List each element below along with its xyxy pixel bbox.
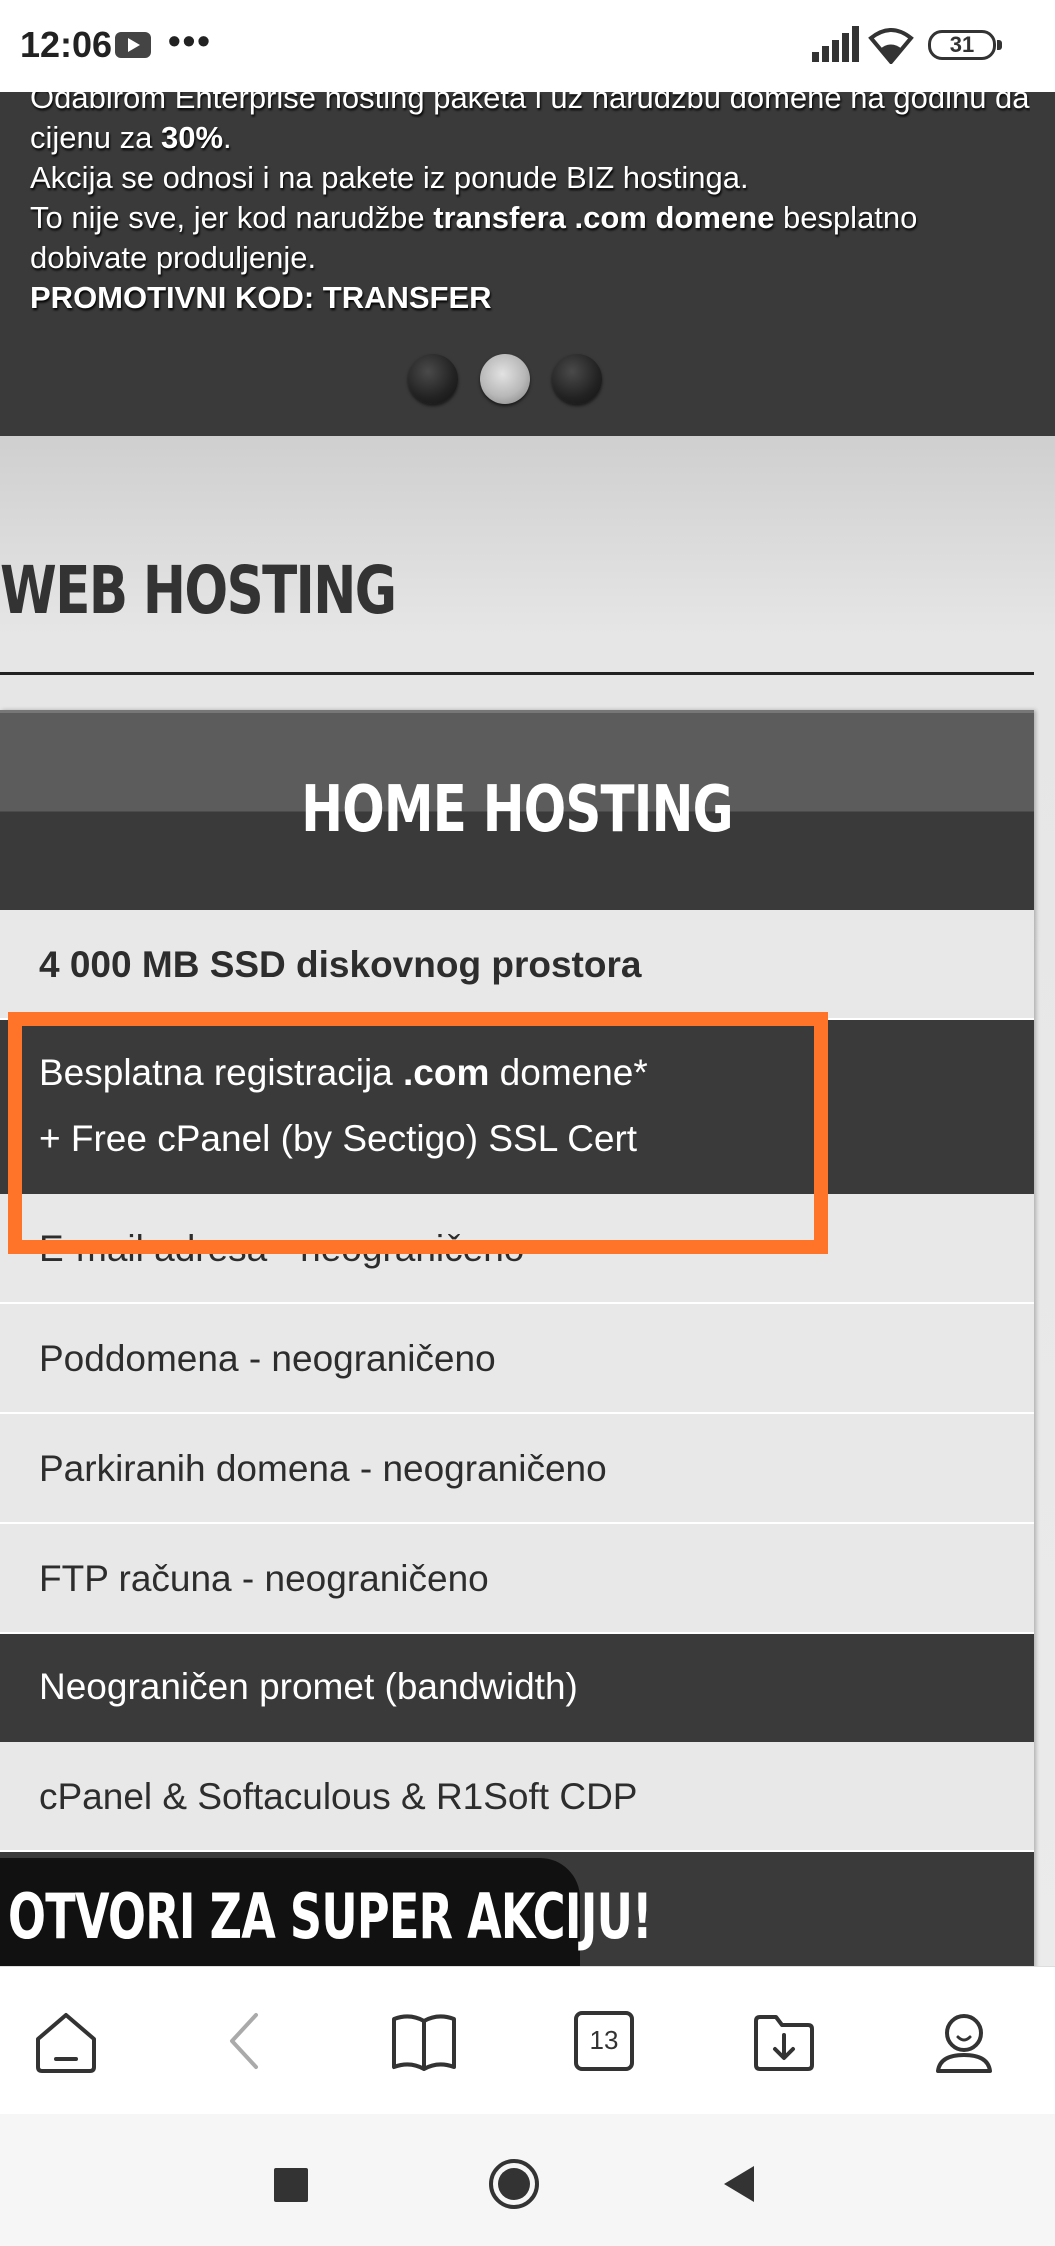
plan-name: HOME HOSTING <box>301 773 733 847</box>
promo-tab-label: OTVORI ZA SUPER AKCIJU! <box>8 1880 653 1953</box>
home-icon <box>36 2013 96 2073</box>
tabs-count: 13 <box>589 2025 619 2055</box>
slider-dot-3[interactable] <box>552 354 602 404</box>
plan-card: HOME HOSTING 4 000 MB SSD diskovnog pros… <box>0 710 1034 1966</box>
page-content: WEB HOSTING HOME HOSTING 4 000 MB SSD di… <box>0 436 1055 1966</box>
banner-text: Odabirom Enterprise hosting paketa i uz … <box>30 92 1030 318</box>
bookmarks-button[interactable] <box>388 2005 460 2077</box>
chevron-left-icon <box>230 2013 258 2069</box>
wifi-icon <box>868 26 914 66</box>
feature-row: Poddomena - neograničeno <box>0 1304 1034 1414</box>
section-title: WEB HOSTING <box>0 552 397 629</box>
book-icon <box>392 2014 456 2071</box>
banner-line-1: cijenu za 30%. <box>30 120 232 155</box>
banner-line-4: dobivate produljenje. <box>30 240 317 275</box>
feature-row: Parkiranih domena - neograničeno <box>0 1414 1034 1524</box>
feature-row: E-mail adresa - neograničeno <box>0 1194 1034 1304</box>
plan-header: HOME HOSTING <box>0 710 1034 910</box>
battery-icon: 31 <box>928 30 1002 60</box>
super-akcija-button[interactable]: OTVORI ZA SUPER AKCIJU! <box>0 1858 653 1966</box>
downloads-button[interactable] <box>748 2005 820 2077</box>
back-button[interactable] <box>210 2005 282 2077</box>
banner-line-2: Akcija se odnosi i na pakete iz ponude B… <box>30 160 749 195</box>
more-notifications-icon: ••• <box>168 20 212 61</box>
profile-button[interactable] <box>928 2005 1000 2077</box>
signal-icon <box>812 26 859 62</box>
promo-banner[interactable]: Odabirom Enterprise hosting paketa i uz … <box>0 92 1055 436</box>
recents-button[interactable] <box>262 2156 322 2216</box>
download-folder-icon <box>754 2015 814 2071</box>
system-nav-bar <box>0 2114 1055 2246</box>
slider-dot-2[interactable] <box>480 354 530 404</box>
feature-row: 4 000 MB SSD diskovnog prostora <box>0 910 1034 1020</box>
user-icon <box>936 2014 992 2073</box>
browser-toolbar: 13 <box>0 1966 1055 2114</box>
status-time: 12:06 <box>20 24 113 65</box>
feature-row: cPanel & Softaculous & R1Soft CDP <box>0 1742 1034 1852</box>
triangle-back-icon <box>724 2166 754 2202</box>
banner-line-3: To nije sve, jer kod narudžbe transfera … <box>30 200 918 235</box>
title-divider <box>0 672 1034 675</box>
square-icon <box>274 2168 308 2202</box>
feature-row: FTP računa - neograničeno <box>0 1524 1034 1634</box>
circle-icon <box>489 2159 539 2209</box>
banner-promo-code: PROMOTIVNI KOD: TRANSFER <box>30 280 492 315</box>
feature-row: Neograničen promet (bandwidth) <box>0 1634 1034 1742</box>
youtube-notification-icon <box>115 32 151 58</box>
slider-dot-1[interactable] <box>408 354 458 404</box>
banner-line-0: Odabirom Enterprise hosting paketa i uz … <box>30 92 1030 115</box>
tabs-button[interactable]: 13 <box>568 2005 640 2077</box>
back-system-button[interactable] <box>710 2156 770 2216</box>
home-system-button[interactable] <box>486 2156 546 2216</box>
feature-row-highlighted: Besplatna registracija .com domene* + Fr… <box>0 1020 1034 1194</box>
status-bar: 12:06 ••• 31 <box>0 0 1055 92</box>
home-button[interactable] <box>30 2005 102 2077</box>
screen: 12:06 ••• 31 Odabirom Enterprise hosting… <box>0 0 1055 2246</box>
